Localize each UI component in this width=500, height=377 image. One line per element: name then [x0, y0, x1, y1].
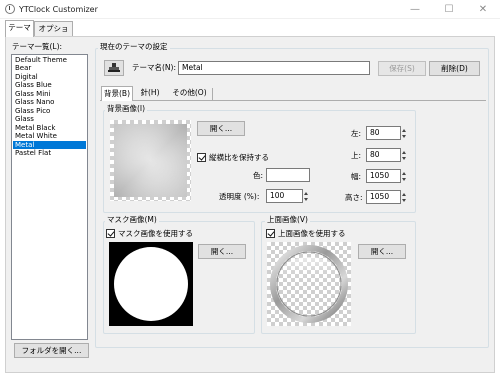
use-overlay-label: 上面画像を使用する [278, 229, 346, 238]
stamp-icon [108, 63, 120, 72]
tab-options[interactable]: オプション [34, 21, 73, 46]
left-input[interactable]: 80 [366, 126, 401, 140]
color-field[interactable] [266, 168, 310, 182]
list-item[interactable]: Default Theme [13, 56, 86, 64]
keep-aspect-label: 縦横比を保持する [209, 153, 269, 162]
list-item[interactable]: Glass [13, 115, 86, 123]
metal-ring-image [270, 245, 348, 323]
tab-other[interactable]: その他(O) [167, 86, 212, 100]
top-spinner[interactable] [401, 149, 408, 162]
width-input[interactable]: 1050 [366, 169, 401, 183]
list-item[interactable]: Metal Black [13, 124, 86, 132]
mask-open-button[interactable]: 開く... [198, 244, 246, 259]
list-item[interactable]: Metal White [13, 132, 86, 140]
tab-hands[interactable]: 針(H) [136, 86, 164, 100]
use-mask-label: マスク画像を使用する [118, 229, 193, 238]
mask-circle-image [114, 247, 188, 321]
delete-button[interactable]: 削除(D) [429, 61, 480, 76]
mask-preview [109, 242, 193, 326]
list-item[interactable]: Glass Nano [13, 98, 86, 106]
list-item[interactable]: Glass Pico [13, 107, 86, 115]
maximize-button[interactable]: ☐ [432, 0, 466, 19]
minimize-button[interactable]: — [398, 0, 432, 19]
top-label: 上: [351, 151, 362, 160]
open-folder-button[interactable]: フォルダを開く... [14, 343, 89, 358]
keep-aspect-checkbox[interactable] [197, 153, 206, 162]
overlay-preview [267, 242, 351, 326]
use-mask-checkbox[interactable] [106, 229, 115, 238]
overlay-open-button[interactable]: 開く... [358, 244, 406, 259]
list-item[interactable]: Glass Mini [13, 90, 86, 98]
theme-name-input[interactable]: Metal [178, 61, 370, 75]
background-image-group-label: 背景画像(I) [105, 104, 148, 113]
list-item[interactable]: Digital [13, 73, 86, 81]
left-spinner[interactable] [401, 127, 408, 140]
theme-list-label: テーマ一覧(L): [12, 42, 63, 51]
metal-preview-image [114, 124, 187, 197]
tab-background[interactable]: 背景(B) [101, 86, 133, 101]
width-label: 幅: [351, 172, 362, 181]
opacity-label: 透明度 (%): [219, 192, 260, 201]
list-item[interactable]: Bear [13, 64, 86, 72]
theme-list[interactable]: Default Theme Bear Digital Glass Blue Gl… [11, 54, 88, 340]
background-open-button[interactable]: 開く... [197, 121, 245, 136]
title-bar: YTClock Customizer — ☐ ✕ [0, 0, 500, 19]
opacity-input[interactable]: 100 [266, 189, 303, 203]
mask-image-group-label: マスク画像(M) [105, 215, 159, 224]
list-item-selected[interactable]: Metal [13, 141, 86, 149]
list-item[interactable]: Glass Blue [13, 81, 86, 89]
width-spinner[interactable] [401, 170, 408, 183]
list-item[interactable]: Pastel Flat [13, 149, 86, 157]
left-label: 左: [351, 129, 362, 138]
theme-name-label: テーマ名(N): [132, 63, 176, 72]
close-button[interactable]: ✕ [466, 0, 500, 19]
background-preview [110, 120, 191, 201]
use-overlay-checkbox[interactable] [266, 229, 275, 238]
current-theme-group-label: 現在のテーマの設定 [98, 42, 170, 51]
sub-tab-divider [100, 100, 486, 101]
height-label: 高さ: [345, 193, 363, 202]
overlay-image-group-label: 上面画像(V) [265, 215, 310, 224]
top-input[interactable]: 80 [366, 148, 401, 162]
save-button[interactable]: 保存(S) [378, 61, 426, 76]
color-label: 色: [253, 171, 264, 180]
tab-theme[interactable]: テーマ [5, 20, 34, 37]
tab-separator [212, 88, 213, 100]
window-title: YTClock Customizer [19, 5, 98, 14]
height-spinner[interactable] [401, 191, 408, 204]
opacity-spinner[interactable] [303, 190, 310, 203]
height-input[interactable]: 1050 [366, 190, 401, 204]
stamp-icon-button[interactable] [104, 60, 124, 76]
clock-icon [5, 4, 15, 14]
